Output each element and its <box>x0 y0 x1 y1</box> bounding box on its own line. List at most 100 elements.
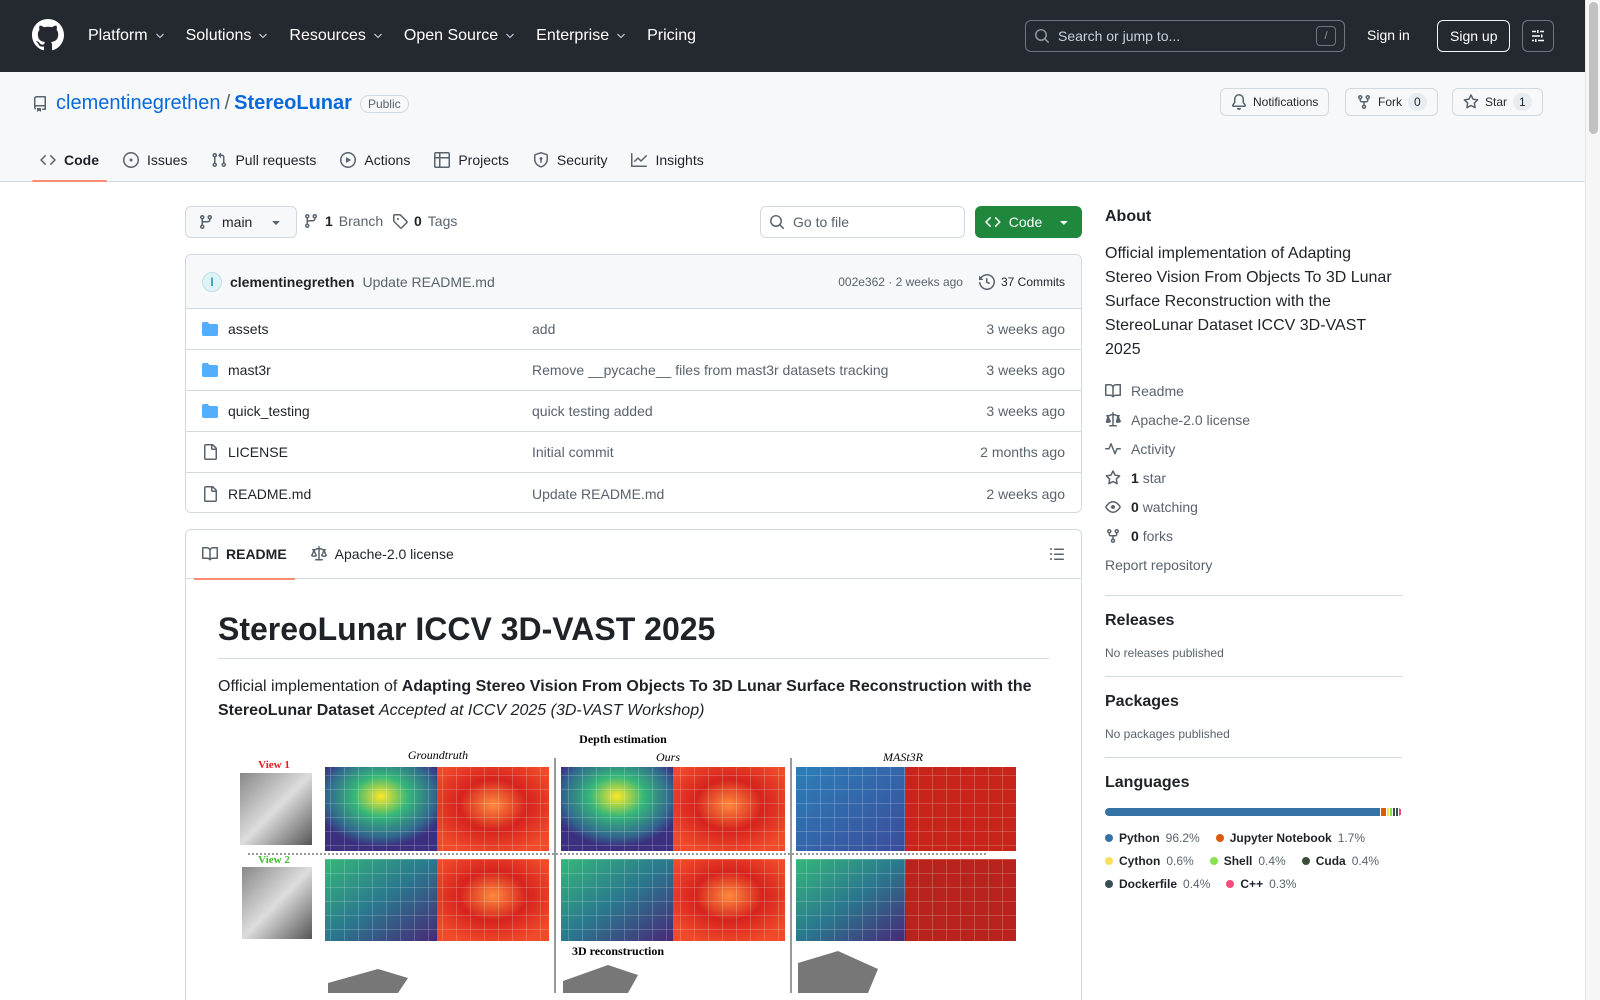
search-shortcut-key: / <box>1316 26 1336 46</box>
scrollbar-thumb[interactable] <box>1589 2 1598 134</box>
file-name-link[interactable]: assets <box>228 321 268 337</box>
tab-actions[interactable]: Actions <box>332 139 418 181</box>
language-item[interactable]: Dockerfile 0.4% <box>1105 872 1210 895</box>
file-name-link[interactable]: README.md <box>228 486 311 502</box>
file-name-link[interactable]: LICENSE <box>228 444 288 460</box>
language-bar-segment <box>1387 808 1389 816</box>
language-name: Shell <box>1223 853 1253 868</box>
nav-open-source[interactable]: Open Source <box>404 27 516 45</box>
menu-button[interactable] <box>1522 20 1554 52</box>
packages-text: No packages published <box>1105 727 1230 741</box>
language-percent: 0.4% <box>1183 876 1211 891</box>
stars-link[interactable]: 1 star <box>1105 463 1402 492</box>
releases-title[interactable]: Releases <box>1105 612 1402 630</box>
table-row[interactable]: LICENSE Initial commit 2 months ago <box>186 432 1081 473</box>
table-row[interactable]: quick_testing quick testing added 3 weeks … <box>186 391 1081 432</box>
book-icon <box>202 546 218 561</box>
sign-up-button[interactable]: Sign up <box>1437 20 1511 52</box>
figure-col-mast3r: MASt3R <box>882 750 924 764</box>
law-icon <box>1105 411 1121 426</box>
branch-count: 1 <box>325 213 333 229</box>
readme-link[interactable]: Readme <box>1105 376 1402 405</box>
sign-in-link[interactable]: Sign in <box>1367 27 1410 43</box>
tags-link[interactable]: 0 Tags <box>392 213 457 229</box>
activity-link[interactable]: Activity <box>1105 434 1402 463</box>
repo-name-link[interactable]: StereoLunar <box>234 92 352 115</box>
tab-label: Code <box>64 152 99 168</box>
go-to-file-input[interactable]: Go to file <box>760 206 965 238</box>
eye-icon <box>1105 500 1121 513</box>
divider <box>1105 595 1402 596</box>
star-button[interactable]: Star 1 <box>1452 88 1543 116</box>
language-item[interactable]: C++ 0.3% <box>1226 872 1296 895</box>
language-item[interactable]: Cuda 0.4% <box>1301 849 1379 872</box>
github-logo-icon[interactable] <box>32 19 64 51</box>
code-dropdown-button[interactable]: Code <box>975 206 1082 238</box>
activity-label: Activity <box>1131 440 1176 457</box>
tab-label: README <box>226 546 287 562</box>
fork-count: 0 <box>1408 93 1427 111</box>
language-color-dot <box>1301 856 1310 865</box>
view2-image <box>242 867 312 939</box>
tab-projects[interactable]: Projects <box>426 139 517 181</box>
file-name-link[interactable]: quick_testing <box>228 403 310 419</box>
play-icon <box>340 152 357 168</box>
commit-author-link[interactable]: clementinegrethen <box>230 274 354 290</box>
commits-link[interactable]: 37 Commits <box>978 273 1065 290</box>
nav-resources[interactable]: Resources <box>289 27 383 45</box>
figure-col-ours: Ours <box>656 750 680 764</box>
figure-view2-label: View 2 <box>258 854 290 866</box>
table-row[interactable]: mast3r Remove __pycache__ files from mast… <box>186 350 1081 391</box>
forks-link[interactable]: 0 forks <box>1105 521 1402 550</box>
file-name-link[interactable]: mast3r <box>228 362 271 378</box>
tab-insights[interactable]: Insights <box>623 139 711 181</box>
language-item[interactable]: Shell 0.4% <box>1209 849 1286 872</box>
repo-owner-link[interactable]: clementinegrethen <box>56 92 221 115</box>
license-link[interactable]: Apache-2.0 license <box>1105 405 1402 434</box>
language-bar-segment <box>1390 808 1392 816</box>
branch-selector[interactable]: main <box>185 206 298 238</box>
file-commit-message[interactable]: Remove __pycache__ files from mast3r dat… <box>532 362 986 378</box>
book-icon <box>1105 383 1121 397</box>
language-percent: 0.6% <box>1166 853 1194 868</box>
fork-button[interactable]: Fork 0 <box>1345 88 1438 116</box>
table-row[interactable]: assets add 3 weeks ago <box>186 309 1081 350</box>
nav-enterprise[interactable]: Enterprise <box>536 27 627 45</box>
language-item[interactable]: Cython 0.6% <box>1105 849 1194 872</box>
languages-title: Languages <box>1105 774 1190 791</box>
notifications-button[interactable]: Notifications <box>1220 88 1330 116</box>
chevron-down-icon <box>374 33 382 39</box>
file-icon <box>202 485 218 502</box>
nav-platform[interactable]: Platform <box>88 27 166 45</box>
packages-title[interactable]: Packages <box>1105 693 1402 711</box>
file-commit-message[interactable]: Initial commit <box>532 444 980 460</box>
nav-pricing[interactable]: Pricing <box>647 27 696 45</box>
commit-message-link[interactable]: Update README.md <box>362 274 494 290</box>
repo-title: clementinegrethen / StereoLunar Public <box>32 92 409 115</box>
language-item[interactable]: Python 96.2% <box>1105 826 1200 849</box>
watchers-link[interactable]: 0 watching <box>1105 492 1402 521</box>
language-color-dot <box>1105 856 1113 865</box>
file-commit-message[interactable]: add <box>532 321 986 337</box>
global-nav: Platform Solutions Resources Open Source… <box>88 0 716 72</box>
file-commit-message[interactable]: Update README.md <box>532 486 986 502</box>
tab-security[interactable]: Security <box>525 139 616 181</box>
star-icon <box>1463 94 1479 109</box>
tab-pull-requests[interactable]: Pull requests <box>203 139 324 181</box>
global-search-input[interactable]: Search or jump to... / <box>1025 20 1345 52</box>
page-scrollbar[interactable] <box>1585 0 1600 1000</box>
language-item[interactable]: Jupyter Notebook 1.7% <box>1215 826 1365 849</box>
language-name: C++ <box>1240 876 1264 891</box>
tab-license[interactable]: Apache-2.0 license <box>303 530 462 579</box>
tab-code[interactable]: Code <box>32 139 107 182</box>
branches-link[interactable]: 1 Branch <box>303 213 383 229</box>
tab-issues[interactable]: Issues <box>115 139 195 181</box>
nav-solutions[interactable]: Solutions <box>186 27 270 45</box>
tab-readme[interactable]: README <box>194 530 295 580</box>
report-repository-link[interactable]: Report repository <box>1105 550 1402 579</box>
commit-sha-time[interactable]: 002e362 · 2 weeks ago <box>838 275 963 289</box>
outline-button[interactable] <box>1049 546 1065 562</box>
file-commit-message[interactable]: quick testing added <box>532 403 986 419</box>
table-row[interactable]: README.md Update README.md 2 weeks ago <box>186 473 1081 512</box>
avatar[interactable]: I <box>202 271 222 292</box>
